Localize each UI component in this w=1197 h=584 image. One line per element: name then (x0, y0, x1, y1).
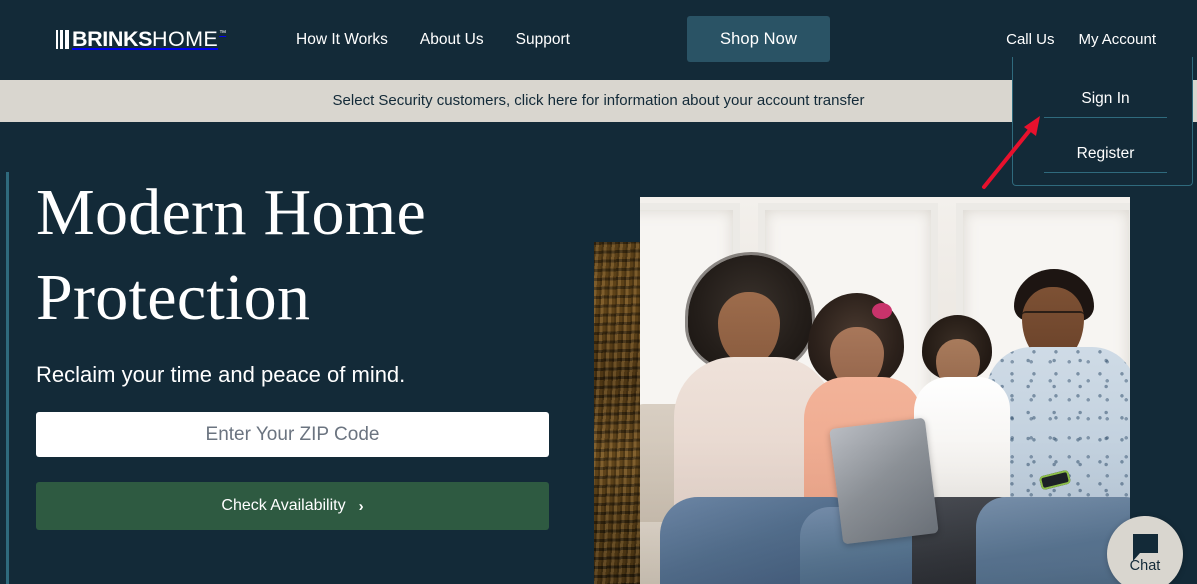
my-account-dropdown-menu: Sign In Register (1012, 57, 1193, 186)
hero-subtitle: Reclaim your time and peace of mind. (36, 362, 406, 387)
shop-now-button[interactable]: Shop Now (687, 16, 830, 62)
hero-title-line-2: Protection (36, 261, 311, 334)
hero-section: Modern Home Protection Reclaim your time… (0, 122, 1197, 584)
hero-title-line-1: Modern Home (36, 176, 427, 249)
page-root: BRINKS HOME ™ How It Works About Us Supp… (0, 0, 1197, 584)
dropdown-item-register[interactable]: Register (1044, 144, 1167, 173)
zip-code-input[interactable] (36, 412, 549, 457)
hero-family-photo (640, 197, 1130, 584)
logo-bars-icon (56, 30, 69, 49)
nav-item-support[interactable]: Support (516, 31, 570, 49)
check-availability-label: Check Availability (221, 497, 346, 514)
dropdown-item-sign-in[interactable]: Sign In (1044, 89, 1167, 118)
logo-trademark-symbol: ™ (219, 30, 227, 37)
brinks-home-logo[interactable]: BRINKS HOME ™ (56, 27, 227, 53)
notice-banner-link[interactable]: Select Security customers, click here fo… (333, 92, 865, 110)
utility-navigation: Call Us My Account (1006, 31, 1156, 49)
logo-home-text: HOME (152, 27, 219, 51)
chat-bubble-icon (1132, 534, 1158, 561)
chevron-right-icon: › (358, 498, 364, 515)
nav-item-about-us[interactable]: About Us (420, 31, 484, 49)
nav-item-how-it-works[interactable]: How It Works (296, 31, 388, 49)
check-availability-button[interactable]: Check Availability › (36, 482, 549, 530)
hero-copy: Modern Home Protection Reclaim your time… (36, 170, 576, 388)
primary-navigation: How It Works About Us Support (296, 31, 570, 49)
nav-item-call-us[interactable]: Call Us (1006, 31, 1054, 49)
logo-brinks-text: BRINKS (72, 27, 153, 51)
chat-widget-button[interactable]: Chat (1107, 516, 1183, 584)
page-title: Modern Home Protection (36, 170, 576, 340)
photo-shading-overlay (640, 197, 1130, 584)
nav-item-my-account[interactable]: My Account (1078, 31, 1156, 49)
hero-accent-bar (6, 172, 9, 584)
